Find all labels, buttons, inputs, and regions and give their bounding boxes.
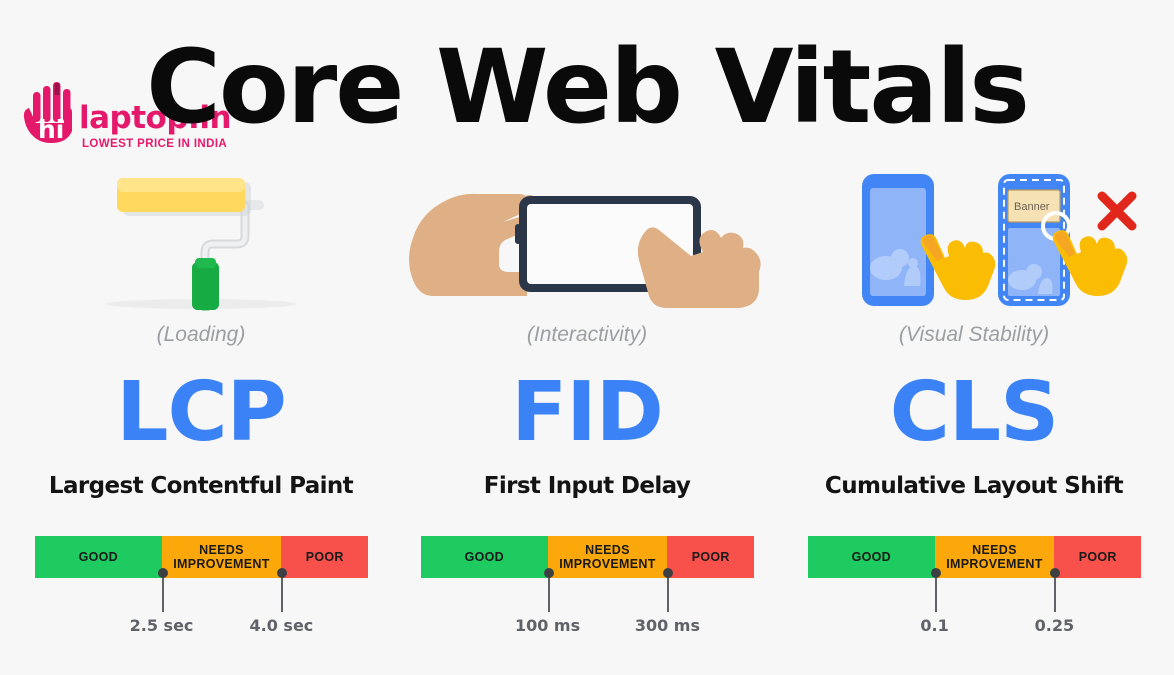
threshold-label-ni-fid: 300 ms xyxy=(634,616,700,635)
threshold-bar: GOOD NEEDS IMPROVEMENT POOR xyxy=(808,536,1141,578)
metric-column-cls: Banner (Visual Stability) CLS Cumulative… xyxy=(786,168,1162,668)
segment-ni-line2: IMPROVEMENT xyxy=(559,557,656,571)
threshold-marker-good xyxy=(543,568,554,612)
segment-needs-improvement: NEEDS IMPROVEMENT xyxy=(161,536,282,578)
threshold-label-good-cls: 0.1 xyxy=(920,616,949,635)
segment-ni-line1: NEEDS xyxy=(585,543,630,557)
metric-acronym-fid: FID xyxy=(511,365,664,460)
threshold-label-good-fid: 100 ms xyxy=(514,616,581,635)
layout-shift-phones-illustration: Banner xyxy=(786,168,1162,313)
threshold-label-ni-lcp: 4.0 sec xyxy=(249,616,314,635)
threshold-bar: GOOD NEEDS IMPROVEMENT POOR xyxy=(421,536,754,578)
segment-good: GOOD xyxy=(421,536,548,578)
metric-acronym-cls: CLS xyxy=(889,365,1060,460)
banner-label: Banner xyxy=(1014,201,1050,213)
threshold-marker-ni xyxy=(277,568,288,612)
threshold-gauge-cls: GOOD NEEDS IMPROVEMENT POOR 0.1 0.25 xyxy=(808,536,1141,636)
metric-fullname-fid: First Input Delay xyxy=(483,473,691,499)
segment-poor: POOR xyxy=(667,536,754,578)
metric-fullname-lcp: Largest Contentful Paint xyxy=(48,473,354,499)
metric-column-lcp: (Loading) LCP Largest Contentful Paint G… xyxy=(13,168,389,668)
segment-needs-improvement: NEEDS IMPROVEMENT xyxy=(934,536,1055,578)
threshold-gauge-fid: GOOD NEEDS IMPROVEMENT POOR 100 ms 300 m… xyxy=(421,536,754,636)
threshold-label-ni-cls: 0.25 xyxy=(1034,616,1075,635)
segment-ni-line1: NEEDS xyxy=(199,543,244,557)
metric-category-lcp: (Loading) xyxy=(156,323,246,346)
metric-fullname-cls: Cumulative Layout Shift xyxy=(824,473,1124,499)
segment-good: GOOD xyxy=(808,536,935,578)
segment-good: GOOD xyxy=(35,536,162,578)
paint-roller-illustration xyxy=(13,168,389,313)
threshold-marker-good xyxy=(157,568,168,612)
metric-category-cls: (Visual Stability) xyxy=(898,323,1050,346)
threshold-marker-good xyxy=(930,568,941,612)
infographic-canvas: hi laptop.in LOWEST PRICE IN INDIA Core … xyxy=(0,0,1174,675)
threshold-label-good-lcp: 2.5 sec xyxy=(129,616,194,635)
threshold-marker-ni xyxy=(1050,568,1061,612)
metric-acronym-lcp: LCP xyxy=(116,365,287,460)
segment-needs-improvement: NEEDS IMPROVEMENT xyxy=(547,536,668,578)
segment-ni-line2: IMPROVEMENT xyxy=(946,557,1043,571)
metric-category-fid: (Interactivity) xyxy=(526,323,648,346)
segment-poor: POOR xyxy=(1054,536,1141,578)
threshold-bar: GOOD NEEDS IMPROVEMENT POOR xyxy=(35,536,368,578)
threshold-marker-ni xyxy=(663,568,674,612)
page-title: Core Web Vitals xyxy=(146,28,1030,147)
threshold-gauge-lcp: GOOD NEEDS IMPROVEMENT POOR 2.5 sec 4.0 … xyxy=(35,536,368,636)
error-x-icon xyxy=(1097,191,1137,231)
segment-ni-line2: IMPROVEMENT xyxy=(173,557,270,571)
segment-poor: POOR xyxy=(281,536,368,578)
segment-ni-line1: NEEDS xyxy=(972,543,1017,557)
hands-tapping-phone-illustration xyxy=(399,168,775,313)
metric-column-fid: (Interactivity) FID First Input Delay GO… xyxy=(399,168,775,668)
